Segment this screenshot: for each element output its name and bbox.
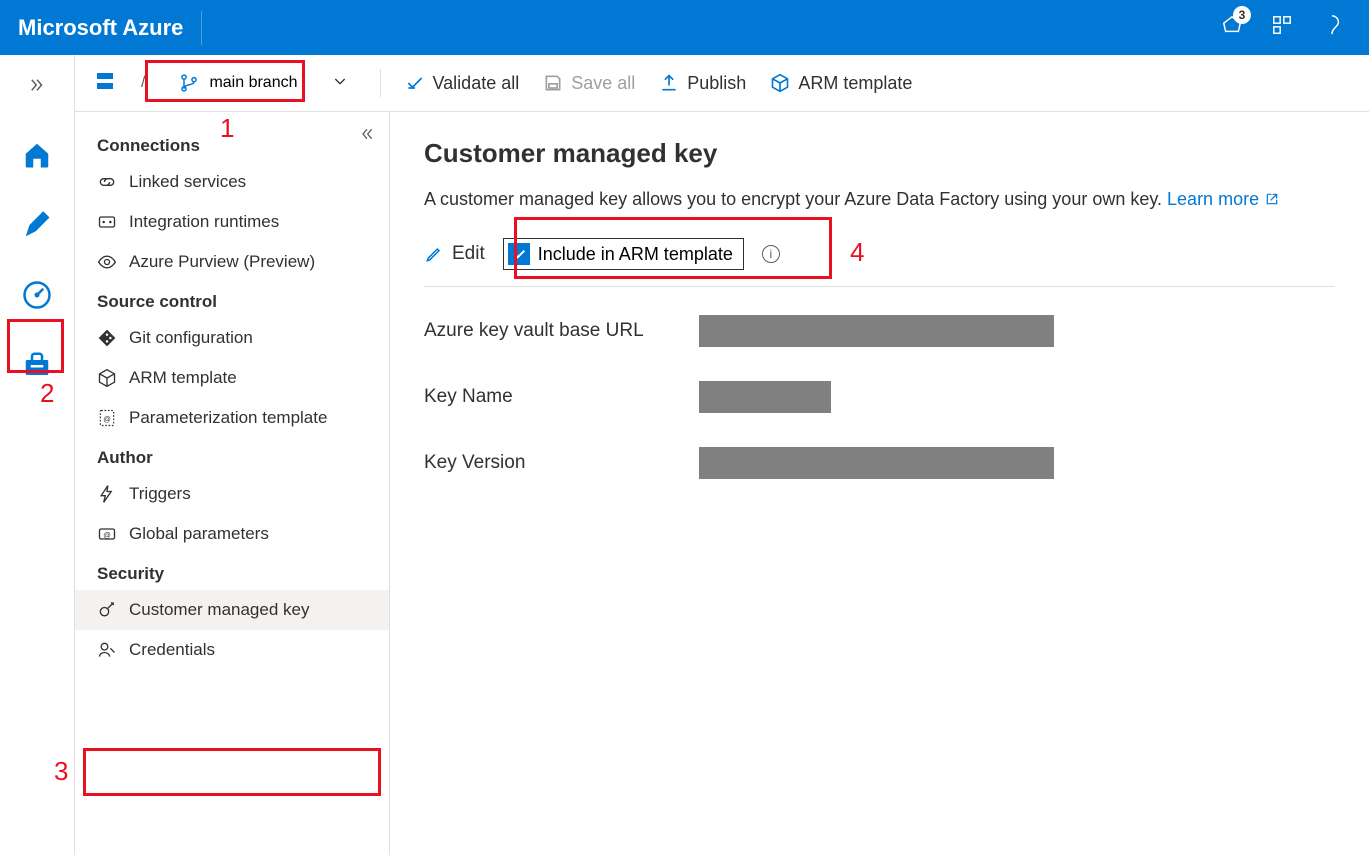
content-body: Connections Linked services Integration … <box>75 112 1369 855</box>
external-link-icon <box>1264 191 1280 207</box>
divider <box>201 11 202 45</box>
secondary-toolbar: / main branch Validate all Save all Publ… <box>75 55 1369 112</box>
save-icon <box>543 73 563 93</box>
app-body: / main branch Validate all Save all Publ… <box>0 55 1369 855</box>
sidebar-item-triggers[interactable]: Triggers <box>75 474 389 514</box>
section-connections: Connections <box>75 126 389 162</box>
key-icon <box>97 600 117 620</box>
redacted-value <box>699 315 1054 347</box>
azure-top-bar: Microsoft Azure 3 <box>0 0 1369 55</box>
publish-button[interactable]: Publish <box>659 73 746 94</box>
sidebar-item-param-template[interactable]: @ Parameterization template <box>75 398 389 438</box>
chevron-double-right-icon <box>28 76 46 94</box>
pencil-icon <box>22 210 52 240</box>
page-description: A customer managed key allows you to enc… <box>424 189 1335 210</box>
arm-template-button[interactable]: ARM template <box>770 73 912 94</box>
param-icon: @ <box>97 408 117 428</box>
branch-selector[interactable]: main branch <box>169 69 307 97</box>
edit-button[interactable]: Edit <box>424 243 485 265</box>
branch-label: main branch <box>209 74 297 92</box>
credentials-icon <box>97 640 117 660</box>
chevron-double-left-icon <box>359 126 375 142</box>
manage-sidebar: Connections Linked services Integration … <box>75 112 390 855</box>
section-source-control: Source control <box>75 282 389 318</box>
sidebar-item-linked-services[interactable]: Linked services <box>75 162 389 202</box>
topbar-actions: 3 <box>1221 14 1351 41</box>
validate-all-button[interactable]: Validate all <box>405 73 520 94</box>
left-rail <box>0 55 75 855</box>
rail-monitor[interactable] <box>17 275 57 315</box>
field-key-name: Key Name <box>424 381 1335 413</box>
rail-manage[interactable] <box>17 345 57 385</box>
redacted-value <box>699 447 1054 479</box>
toolbox-icon <box>22 350 52 380</box>
sidebar-item-cmk[interactable]: Customer managed key <box>75 590 389 630</box>
branch-icon <box>179 73 199 93</box>
sidebar-item-global-params[interactable]: @ Global parameters <box>75 514 389 554</box>
svg-text:@: @ <box>103 530 111 539</box>
collapse-sidebar-button[interactable] <box>359 126 375 147</box>
page-title: Customer managed key <box>424 138 1335 169</box>
svg-text:@: @ <box>103 414 111 423</box>
sidebar-item-integration-runtimes[interactable]: Integration runtimes <box>75 202 389 242</box>
upload-icon <box>659 73 679 93</box>
work-column: / main branch Validate all Save all Publ… <box>75 55 1369 855</box>
learn-more-link[interactable]: Learn more <box>1167 189 1280 209</box>
save-all-button[interactable]: Save all <box>543 73 635 94</box>
checkbox-checked-icon <box>508 243 530 265</box>
section-author: Author <box>75 438 389 474</box>
rail-author[interactable] <box>17 205 57 245</box>
divider <box>380 69 381 97</box>
git-icon <box>97 328 117 348</box>
expand-rail-button[interactable] <box>17 73 57 97</box>
field-base-url: Azure key vault base URL <box>424 315 1335 347</box>
check-icon <box>405 73 425 93</box>
main-panel: Customer managed key A customer managed … <box>390 112 1369 855</box>
rail-home[interactable] <box>17 135 57 175</box>
sidebar-item-credentials[interactable]: Credentials <box>75 630 389 670</box>
help-icon <box>1321 14 1343 36</box>
chevron-down-icon <box>332 73 348 89</box>
sidebar-item-azure-purview[interactable]: Azure Purview (Preview) <box>75 242 389 282</box>
at-icon: @ <box>97 524 117 544</box>
eye-icon <box>97 252 117 272</box>
notifications-count: 3 <box>1233 6 1251 24</box>
brand-label: Microsoft Azure <box>18 15 183 41</box>
adf-icon <box>93 69 117 98</box>
runtime-icon <box>97 212 117 232</box>
breadcrumb-sep: / <box>141 74 145 92</box>
feedback-button[interactable] <box>1271 14 1293 41</box>
cube-icon <box>97 368 117 388</box>
pencil-icon <box>424 244 444 264</box>
branch-dropdown[interactable] <box>332 73 348 94</box>
redacted-value <box>699 381 831 413</box>
home-icon <box>22 140 52 170</box>
include-arm-checkbox[interactable]: Include in ARM template <box>503 238 744 270</box>
field-key-version: Key Version <box>424 447 1335 479</box>
link-icon <box>97 172 117 192</box>
edit-row: Edit Include in ARM template i <box>424 232 1335 287</box>
cube-icon <box>770 73 790 93</box>
sidebar-item-arm-template[interactable]: ARM template <box>75 358 389 398</box>
sidebar-item-git-config[interactable]: Git configuration <box>75 318 389 358</box>
section-security: Security <box>75 554 389 590</box>
bolt-icon <box>97 484 117 504</box>
help-button[interactable] <box>1321 14 1343 41</box>
gauge-icon <box>22 280 52 310</box>
feedback-icon <box>1271 14 1293 36</box>
notifications-button[interactable]: 3 <box>1221 14 1243 41</box>
info-icon[interactable]: i <box>762 245 780 263</box>
